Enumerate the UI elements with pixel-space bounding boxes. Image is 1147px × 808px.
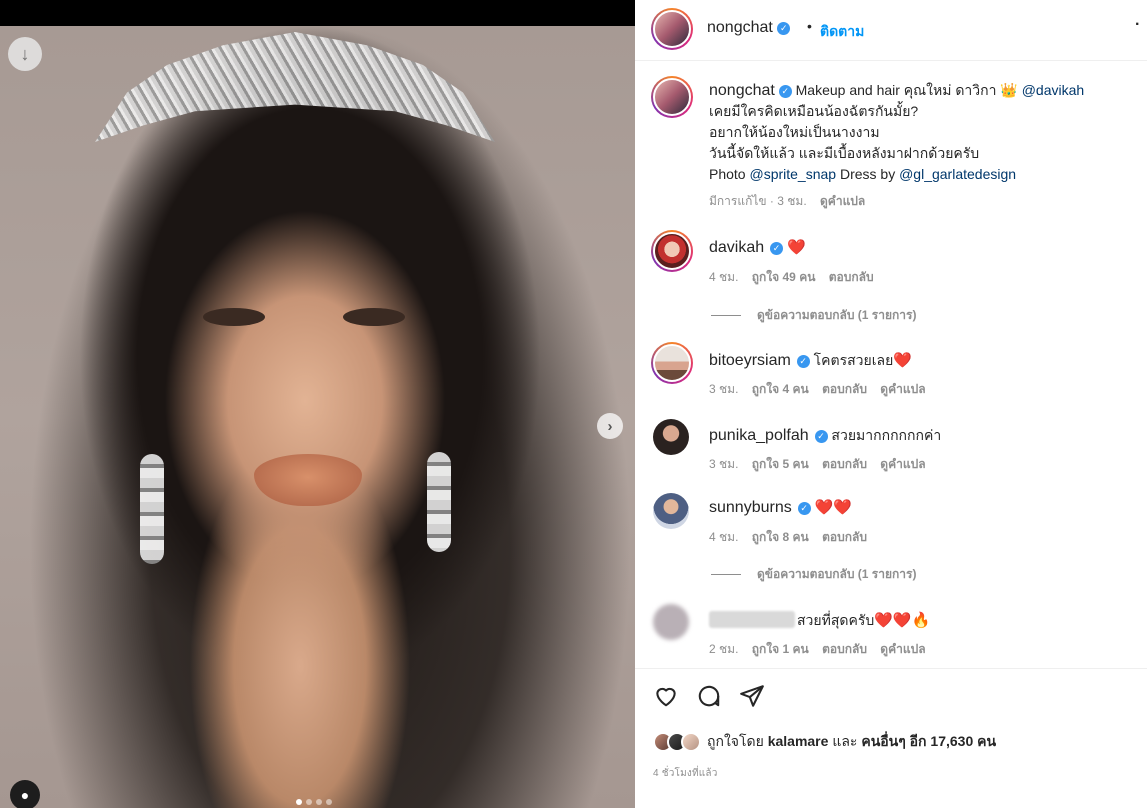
view-replies-button[interactable]: ดูข้อความตอบกลับ (1 รายการ) xyxy=(711,565,916,584)
verified-badge-icon: ✓ xyxy=(777,22,791,35)
caption-line-2: เคยมีใครคิดเหมือนน้องฉัตรกันมั้ย? xyxy=(709,103,919,119)
comment-reply-button[interactable]: ตอบกลับ xyxy=(829,270,874,284)
comment-time: 2 ชม. xyxy=(709,642,739,656)
caption-username[interactable]: nongchat xyxy=(709,82,775,99)
likes-summary: ถูกใจโดย kalamare และ คนอื่นๆ อีก 17,630… xyxy=(653,731,996,753)
comment-likes[interactable]: ถูกใจ 5 คน xyxy=(752,457,809,471)
photo-detail-eye-left xyxy=(203,308,265,326)
blurred-username[interactable] xyxy=(709,611,795,628)
user-tags-button[interactable]: ● xyxy=(10,780,40,808)
carousel-dot xyxy=(316,799,322,805)
verified-badge-icon: ✓ xyxy=(814,430,828,443)
post-side-panel: nongchat ✓ • ติดตาม · nongchat ✓ Makeup … xyxy=(635,0,1147,808)
comment-emoji: ❤️❤️🔥 xyxy=(874,612,931,629)
mention-davikah[interactable]: @davikah xyxy=(1022,82,1084,98)
post-actions: ถูกใจโดย kalamare และ คนอื่นๆ อีก 17,630… xyxy=(635,668,1147,808)
comment-likes[interactable]: ถูกใจ 49 คน xyxy=(752,270,816,284)
comment-emoji: ❤️❤️ xyxy=(814,499,852,516)
caption-translate-link[interactable]: ดูคำแปล xyxy=(820,194,865,208)
commenter-avatar[interactable] xyxy=(653,419,689,455)
heart-icon[interactable] xyxy=(653,683,679,709)
comment-emoji: ❤️ xyxy=(786,239,806,256)
comment-reply-button[interactable]: ตอบกลับ xyxy=(822,382,867,396)
divider-line xyxy=(711,315,741,316)
author-username[interactable]: nongchat ✓ xyxy=(707,19,791,37)
comment-emoji: ❤️ xyxy=(893,352,912,369)
commenter-avatar[interactable] xyxy=(653,493,689,529)
comment-likes[interactable]: ถูกใจ 4 คน xyxy=(752,382,809,396)
comment-text: สวยที่สุดครับ xyxy=(797,612,875,628)
comment-username[interactable]: sunnyburns xyxy=(709,499,792,516)
comment-time: 4 ชม. xyxy=(709,270,739,284)
header-separator: • xyxy=(807,18,812,34)
caption-photo-label: Photo xyxy=(709,166,746,182)
liked-by-label: ถูกใจโดย xyxy=(707,733,764,749)
post-header: nongchat ✓ • ติดตาม · xyxy=(635,0,1147,61)
comment-time: 3 ชม. xyxy=(709,382,739,396)
caption-line-1: Makeup and hair คุณใหม่ ดาวิกา xyxy=(795,82,997,98)
photo-detail-lips xyxy=(254,454,362,506)
comment-likes[interactable]: ถูกใจ 1 คน xyxy=(752,642,809,656)
caption-author-avatar[interactable] xyxy=(651,76,693,118)
comment-text: โคตรสวยเลย xyxy=(813,352,894,368)
comment-username[interactable]: davikah xyxy=(709,239,764,256)
comment-likes[interactable]: ถูกใจ 8 คน xyxy=(752,530,809,544)
photo-detail-earring-left xyxy=(140,454,164,564)
photo-detail-earring-right xyxy=(427,452,451,552)
chevron-right-icon: › xyxy=(607,417,613,435)
comment-reply-button[interactable]: ตอบกลับ xyxy=(822,530,867,544)
commenter-avatar[interactable] xyxy=(651,230,693,272)
verified-badge-icon: ✓ xyxy=(778,85,792,98)
caption-line-3: อยากให้น้องใหม่เป็นนางงาม xyxy=(709,124,880,140)
caption-edited-time: มีการแก้ไข · 3 ชม. xyxy=(709,194,807,208)
comment-translate-link[interactable]: ดูคำแปล xyxy=(880,457,925,471)
follow-button[interactable]: ติดตาม xyxy=(820,21,864,43)
carousel-dot xyxy=(296,799,302,805)
verified-badge-icon: ✓ xyxy=(770,242,784,255)
comment-username[interactable]: punika_polfah xyxy=(709,427,809,444)
mention-gl-garlatedesign[interactable]: @gl_garlatedesign xyxy=(899,166,1016,182)
post-media: ↓ › ● xyxy=(0,0,635,808)
comment-time: 4 ชม. xyxy=(709,530,739,544)
author-avatar[interactable] xyxy=(651,8,693,50)
comment-reply-button[interactable]: ตอบกลับ xyxy=(822,642,867,656)
verified-badge-icon: ✓ xyxy=(796,355,810,368)
view-replies-button[interactable]: ดูข้อความตอบกลับ (1 รายการ) xyxy=(711,306,916,325)
verified-badge-icon: ✓ xyxy=(797,502,811,515)
caption-dress-label: Dress by xyxy=(839,166,896,182)
divider-line xyxy=(711,574,741,575)
carousel-indicator xyxy=(296,799,332,805)
caption-text: nongchat ✓ Makeup and hair คุณใหม่ ดาวิก… xyxy=(709,80,1139,212)
liked-by-and: และ xyxy=(832,733,858,749)
post-photo xyxy=(0,26,635,808)
commenter-avatar[interactable] xyxy=(653,604,689,640)
liker-avatar xyxy=(681,732,701,752)
comment-translate-link[interactable]: ดูคำแปล xyxy=(880,382,925,396)
crown-graphic xyxy=(95,32,495,142)
comment-username[interactable]: bitoeyrsiam xyxy=(709,352,791,369)
carousel-dot xyxy=(306,799,312,805)
mention-sprite-snap[interactable]: @sprite_snap xyxy=(749,166,836,182)
caption-line-4: วันนี้จัดให้แล้ว และมีเบื้องหลังมาฝากด้ว… xyxy=(709,145,980,161)
paper-plane-icon[interactable] xyxy=(739,683,765,709)
download-button[interactable]: ↓ xyxy=(8,37,42,71)
next-media-button[interactable]: › xyxy=(597,413,623,439)
more-options-button[interactable]: · xyxy=(1135,16,1140,34)
comment-time: 3 ชม. xyxy=(709,457,739,471)
view-replies-label: ดูข้อความตอบกลับ (1 รายการ) xyxy=(757,567,917,581)
carousel-dot xyxy=(326,799,332,805)
comment-reply-button[interactable]: ตอบกลับ xyxy=(822,457,867,471)
comment-text: สวยมากกกกกกค่า xyxy=(831,427,942,443)
post-timestamp[interactable]: 4 ชั่วโมงที่แล้ว xyxy=(653,766,718,781)
liked-by-user[interactable]: kalamare xyxy=(768,733,829,749)
photo-detail-eye-right xyxy=(343,308,405,326)
crown-emoji: 👑 xyxy=(1000,82,1018,98)
person-icon: ● xyxy=(20,787,30,803)
arrow-down-icon: ↓ xyxy=(20,43,30,64)
view-replies-label: ดูข้อความตอบกลับ (1 รายการ) xyxy=(757,308,917,322)
liked-by-others[interactable]: คนอื่นๆ อีก 17,630 คน xyxy=(861,733,996,749)
speech-bubble-icon[interactable] xyxy=(696,683,722,709)
commenter-avatar[interactable] xyxy=(651,342,693,384)
comment-translate-link[interactable]: ดูคำแปล xyxy=(880,642,925,656)
